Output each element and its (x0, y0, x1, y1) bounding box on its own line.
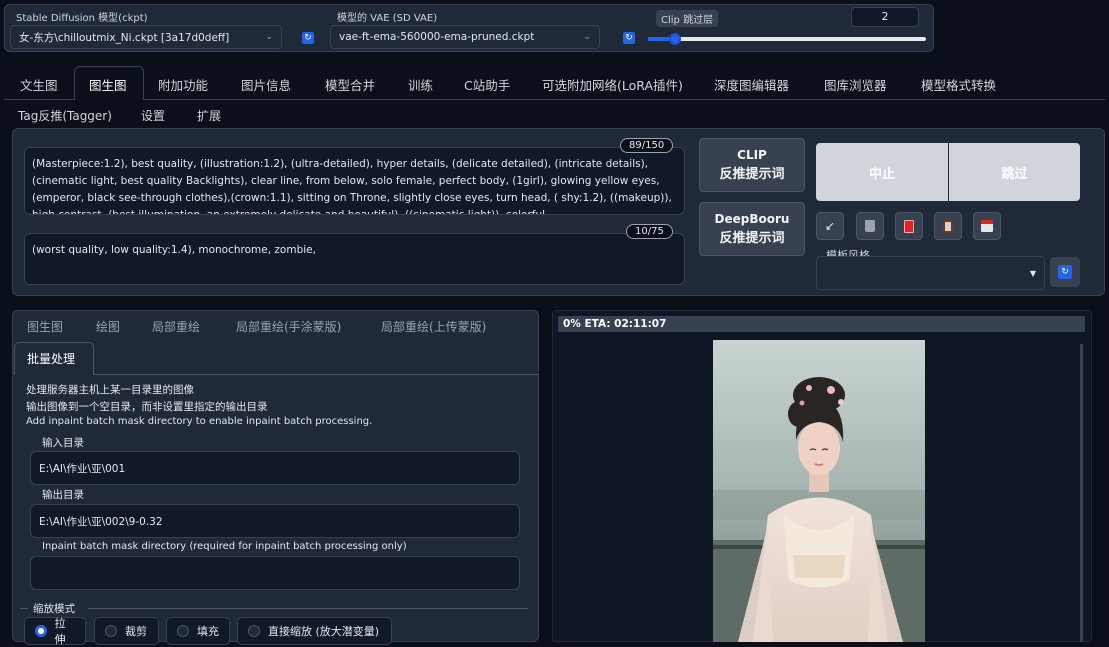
card-icon (904, 219, 914, 233)
generated-image-preview[interactable] (713, 340, 925, 642)
batch-description-2: 输出图像到一个空目录，而非设置里指定的输出目录 (26, 401, 268, 413)
vae-value: vae-ft-ema-560000-ema-pruned.ckpt (339, 31, 535, 43)
clip-interrogate-button[interactable]: CLIP 反推提示词 (699, 138, 805, 192)
floppy-disk-icon (981, 220, 993, 232)
progress-text: 0% ETA: 02:11:07 (563, 318, 667, 330)
tab-tagger[interactable]: Tag反推(Tagger) (18, 107, 112, 124)
output-dir-label: 输出目录 (42, 489, 84, 501)
scrollbar-track[interactable] (1080, 344, 1083, 642)
refresh-icon: ↻ (1058, 265, 1072, 279)
refresh-icon: ↻ (623, 32, 635, 44)
clear-prompt-button[interactable] (856, 212, 884, 240)
ckpt-value: 女-东方\chilloutmix_Ni.ckpt [3a17d0deff] (19, 31, 230, 44)
tab-gallery[interactable]: 图库浏览器 (824, 75, 887, 94)
main-tabs-underline (4, 99, 74, 100)
ckpt-refresh-button[interactable]: ↻ (297, 27, 319, 49)
subtab-img2img[interactable]: 图生图 (27, 318, 63, 335)
tab-extras[interactable]: 附加功能 (158, 75, 208, 94)
slider-track (648, 37, 926, 41)
input-dir-label: 输入目录 (42, 437, 84, 449)
tab-merge[interactable]: 模型合并 (325, 75, 375, 94)
radio-dot (248, 625, 260, 637)
output-dir-field[interactable]: E:\AI\作业\亚\002\9-0.32 (30, 504, 520, 538)
resize-option-stretch[interactable]: 拉伸 (24, 617, 86, 646)
tab-extensions[interactable]: 扩展 (197, 107, 221, 124)
mask-dir-field[interactable] (30, 556, 520, 590)
tab-civitai[interactable]: C站助手 (464, 75, 510, 94)
batch-description-3: Add inpaint batch mask directory to enab… (26, 416, 373, 427)
subtab-batch[interactable]: 批量处理 (27, 350, 75, 367)
save-style-button[interactable] (973, 212, 1001, 240)
skip-button[interactable]: 跳过 (949, 143, 1080, 201)
subtab-inpaint[interactable]: 局部重绘 (152, 318, 200, 335)
caret-down-icon: ▼ (1029, 268, 1036, 278)
tab-train[interactable]: 训练 (408, 75, 433, 94)
ckpt-label: Stable Diffusion 模型(ckpt) (16, 13, 148, 24)
resize-mode-label: 缩放模式 (33, 603, 75, 615)
main-tabs-underline (144, 99, 1105, 100)
resize-option-crop[interactable]: 裁剪 (94, 617, 159, 645)
mask-dir-label: Inpaint batch mask directory (required f… (42, 541, 407, 552)
tab-settings[interactable]: 设置 (141, 107, 165, 124)
resize-option-label: 裁剪 (125, 625, 147, 638)
clip-skip-slider[interactable] (648, 33, 926, 45)
style-select[interactable]: ▼ (816, 256, 1045, 290)
tab-depth[interactable]: 深度图编辑器 (714, 75, 789, 94)
deepbooru-interrogate-button[interactable]: DeepBooru 反推提示词 (699, 202, 805, 256)
chevron-down-icon: ⌄ (265, 32, 273, 42)
subtab-inpaint-sketch[interactable]: 局部重绘(手涂蒙版) (236, 318, 341, 335)
vae-refresh-button[interactable]: ↻ (618, 27, 640, 49)
input-dir-field[interactable]: E:\AI\作业\亚\001 (30, 451, 520, 485)
resize-option-label: 填充 (197, 625, 219, 638)
tab-txt2img[interactable]: 文生图 (20, 75, 58, 94)
slider-knob[interactable] (669, 33, 681, 45)
radio-dot (105, 625, 117, 637)
subtab-underline (94, 374, 538, 375)
resize-option-label: 直接缩放 (放大潜变量) (268, 625, 380, 638)
tab-lora[interactable]: 可选附加网络(LoRA插件) (542, 75, 683, 94)
prompt-textarea[interactable]: (Masterpiece:1.2), best quality, (illust… (24, 147, 685, 215)
radio-dot (35, 625, 47, 637)
resize-option-label: 拉伸 (54, 617, 66, 646)
tab-convert[interactable]: 模型格式转换 (921, 75, 996, 94)
refresh-icon: ↻ (302, 32, 314, 44)
apply-style-button[interactable] (934, 212, 962, 240)
resize-option-latent[interactable]: 直接缩放 (放大潜变量) (237, 617, 392, 645)
tab-png-info[interactable]: 图片信息 (241, 75, 291, 94)
subtab-sketch[interactable]: 绘图 (96, 318, 120, 335)
paste-params-button[interactable]: ↙ (816, 212, 844, 240)
subtab-inpaint-upload[interactable]: 局部重绘(上传蒙版) (381, 318, 486, 335)
deepbooru-button-line2: 反推提示词 (719, 231, 785, 246)
negative-token-counter: 10/75 (626, 224, 673, 239)
vae-select[interactable]: vae-ft-ema-560000-ema-pruned.ckpt ⌄ (330, 25, 600, 49)
resize-mode-divider (88, 608, 528, 609)
style-refresh-button[interactable]: ↻ (1050, 257, 1080, 287)
clip-skip-label: Clip 跳过层 (656, 10, 719, 27)
resize-option-fill[interactable]: 填充 (166, 617, 230, 645)
portrait-image (713, 340, 925, 642)
prompt-token-counter: 89/150 (620, 138, 674, 153)
arrow-icon: ↙ (824, 219, 836, 233)
resize-mode-divider (20, 608, 28, 609)
radio-dot (177, 625, 189, 637)
ckpt-select[interactable]: 女-东方\chilloutmix_Ni.ckpt [3a17d0deff] ⌄ (10, 25, 282, 49)
clipboard-icon (943, 219, 953, 233)
extra-networks-button[interactable] (895, 212, 923, 240)
clip-skip-number[interactable]: 2 (851, 7, 919, 27)
clip-button-line2: 反推提示词 (719, 167, 785, 182)
negative-prompt-textarea[interactable]: (worst quality, low quality:1.4), monoch… (24, 233, 685, 285)
vae-label: 模型的 VAE (SD VAE) (337, 13, 438, 24)
deepbooru-button-line1: DeepBooru (714, 212, 790, 226)
tab-img2img[interactable]: 图生图 (89, 75, 127, 94)
interrupt-button[interactable]: 中止 (816, 143, 948, 201)
chevron-down-icon: ⌄ (583, 32, 591, 42)
batch-description-1: 处理服务器主机上某一目录里的图像 (26, 384, 194, 396)
trash-icon (865, 220, 875, 232)
clip-button-line1: CLIP (737, 148, 767, 162)
